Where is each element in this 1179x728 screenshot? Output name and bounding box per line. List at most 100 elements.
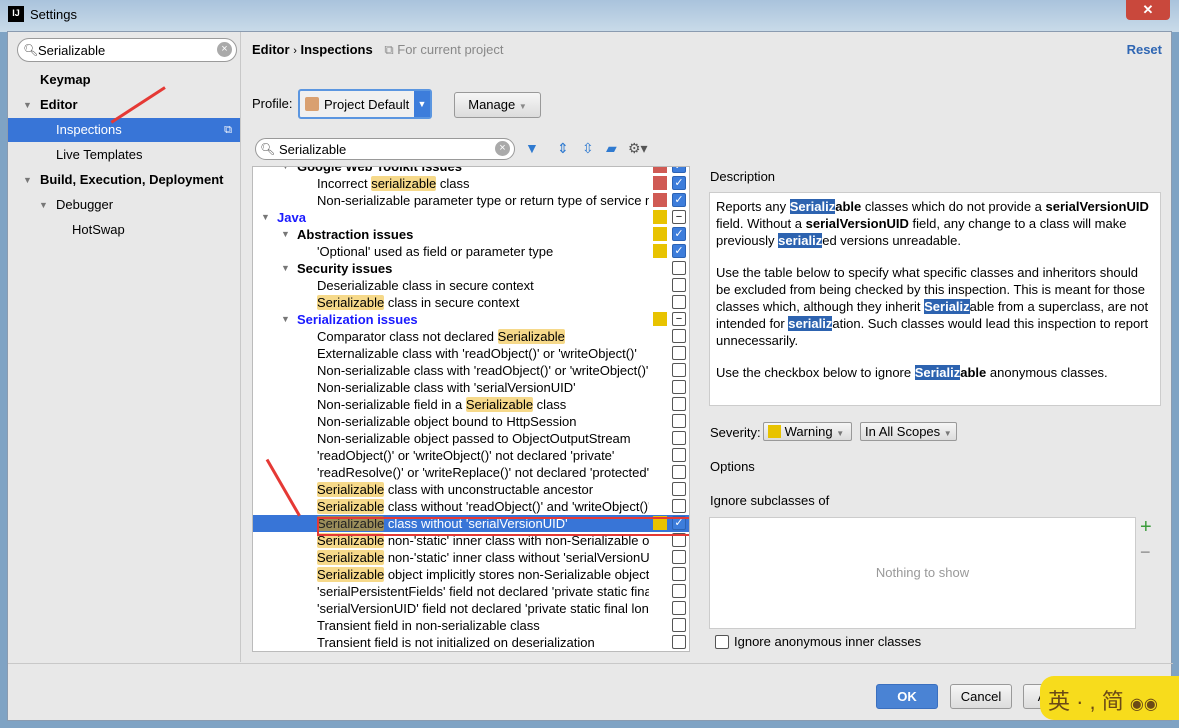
ok-button[interactable]: OK [876,684,938,709]
tree-row[interactable]: Serializable non-'static' inner class wi… [253,549,689,566]
tree-row[interactable]: Serializable object implicitly stores no… [253,566,689,583]
inspection-label: Non-serializable object passed to Object… [317,431,631,446]
close-button[interactable]: ✕ [1126,0,1170,20]
inspection-checkbox[interactable]: − [672,312,686,326]
inspection-checkbox[interactable] [672,380,686,394]
tree-row[interactable]: Serializable class without 'readObject()… [253,498,689,515]
inspection-checkbox[interactable]: ✓ [672,227,686,241]
inspection-checkbox[interactable] [672,584,686,598]
sidebar-item-keymap[interactable]: Keymap [8,68,240,92]
tree-row[interactable]: 'serialVersionUID' field not declared 'p… [253,600,689,617]
inspection-checkbox[interactable] [672,414,686,428]
tree-row[interactable]: Non-serializable object passed to Object… [253,430,689,447]
tree-row[interactable]: Non-serializable parameter type or retur… [253,192,689,209]
expand-triangle-icon[interactable]: ▼ [23,168,32,192]
inspection-checkbox[interactable] [672,329,686,343]
eraser-icon[interactable]: ▰ [606,140,617,157]
inspection-checkbox[interactable] [672,346,686,360]
tree-row[interactable]: Serializable class with unconstructable … [253,481,689,498]
sidebar-item-hotswap[interactable]: HotSwap [8,218,240,242]
tree-row[interactable]: Deserializable class in secure context [253,277,689,294]
inspection-checkbox[interactable] [672,635,686,649]
collapse-all-icon[interactable]: ⇳ [582,140,594,157]
clear-icon[interactable]: × [217,42,232,57]
sidebar-item-inspections[interactable]: Inspections ⧉ [8,118,240,142]
inspection-label: Serializable object implicitly stores no… [317,567,649,582]
tree-row[interactable]: Serializable class in secure context [253,294,689,311]
inspection-checkbox[interactable] [672,261,686,275]
expand-triangle-icon[interactable]: ▼ [281,260,290,277]
tree-row[interactable]: Transient field is not initialized on de… [253,634,689,651]
expand-triangle-icon[interactable]: ▼ [281,226,290,243]
tree-group[interactable]: ▼ Security issues [253,260,689,277]
add-icon[interactable]: + [1140,516,1152,539]
tree-row[interactable]: Externalizable class with 'readObject()'… [253,345,689,362]
search-highlight: Serializable [497,329,565,344]
inspection-checkbox[interactable]: ✓ [672,193,686,207]
tree-group[interactable]: ▼ Java − [253,209,689,226]
expand-triangle-icon[interactable]: ▼ [23,93,32,117]
inspection-checkbox[interactable] [672,499,686,513]
inspection-checkbox[interactable] [672,448,686,462]
inspection-checkbox[interactable]: − [672,210,686,224]
settings-search-input[interactable]: 🔍︎ Serializable × [17,38,237,62]
tree-row[interactable]: Transient field in non-serializable clas… [253,617,689,634]
inspection-checkbox[interactable] [672,567,686,581]
ignore-anonymous-checkbox[interactable]: Ignore anonymous inner classes [715,634,921,649]
inspection-checkbox[interactable] [672,601,686,615]
cancel-button[interactable]: Cancel [950,684,1012,709]
tree-group[interactable]: ▼ Serialization issues − [253,311,689,328]
expand-triangle-icon[interactable]: ▼ [261,209,270,226]
inspection-checkbox[interactable] [672,482,686,496]
tree-row[interactable]: Non-serializable class with 'serialVersi… [253,379,689,396]
inspection-label: Serializable class in secure context [317,295,520,310]
scope-dropdown[interactable]: In All Scopes ▼ [860,422,957,441]
inspection-checkbox[interactable] [672,431,686,445]
inspection-filter-input[interactable]: 🔍︎ Serializable × [255,138,515,160]
search-highlight: Serializable [317,567,385,582]
inspection-checkbox[interactable] [672,295,686,309]
profile-dropdown[interactable]: Project Default ▼ [298,89,432,119]
inspection-checkbox[interactable]: ✓ [672,167,686,173]
empty-list-text: Nothing to show [875,565,970,580]
tree-row[interactable]: Incorrect serializable class ✓ [253,175,689,192]
severity-dropdown[interactable]: Warning ▼ [763,422,852,441]
search-value: Serializable [38,43,106,58]
sidebar-item-build-execution-deployment[interactable]: ▼ Build, Execution, Deployment [8,168,240,192]
expand-triangle-icon[interactable]: ▼ [39,193,48,217]
inspection-checkbox[interactable]: ✓ [672,244,686,258]
sidebar-item-live-templates[interactable]: Live Templates [8,143,240,167]
tree-row[interactable]: Non-serializable class with 'readObject(… [253,362,689,379]
tree-group[interactable]: ▼ Google Web Toolkit issues ✓ [253,167,689,175]
filter-icon[interactable]: ▼ [525,140,539,156]
sidebar-item-debugger[interactable]: ▼ Debugger [8,193,240,217]
inspection-checkbox[interactable] [672,363,686,377]
reset-link[interactable]: Reset [1127,42,1162,57]
tree-row[interactable]: Non-serializable field in a Serializable… [253,396,689,413]
tree-row[interactable]: 'readResolve()' or 'writeReplace()' not … [253,464,689,481]
breadcrumb-inspections: Inspections [300,42,373,57]
inspection-checkbox[interactable]: ✓ [672,176,686,190]
inspection-label: Abstraction issues [297,227,414,242]
inspection-checkbox[interactable] [672,550,686,564]
expand-triangle-icon[interactable]: ▼ [281,311,290,328]
tree-row[interactable]: Non-serializable object bound to HttpSes… [253,413,689,430]
clear-icon[interactable]: × [495,141,510,156]
inspection-checkbox[interactable] [672,278,686,292]
tree-row[interactable]: 'serialPersistentFields' field not decla… [253,583,689,600]
inspection-label: Non-serializable field in a Serializable… [317,397,567,412]
tree-row[interactable]: Comparator class not declared Serializab… [253,328,689,345]
ime-toolbar[interactable]: 英 · , 简 ◉◉ [1040,676,1179,720]
inspection-checkbox[interactable] [672,618,686,632]
gear-icon[interactable]: ⚙▾ [628,140,648,157]
inspection-checkbox[interactable] [672,397,686,411]
inspection-checkbox[interactable] [672,465,686,479]
tree-row[interactable]: 'Optional' used as field or parameter ty… [253,243,689,260]
manage-button[interactable]: Manage ▼ [454,92,541,118]
expand-triangle-icon[interactable]: ▼ [281,167,290,175]
remove-icon[interactable]: − [1140,542,1151,563]
tree-row[interactable]: 'readObject()' or 'writeObject()' not de… [253,447,689,464]
expand-all-icon[interactable]: ⇕ [557,140,569,157]
tree-group[interactable]: ▼ Abstraction issues ✓ [253,226,689,243]
ignore-subclasses-list[interactable]: Nothing to show [709,517,1136,629]
